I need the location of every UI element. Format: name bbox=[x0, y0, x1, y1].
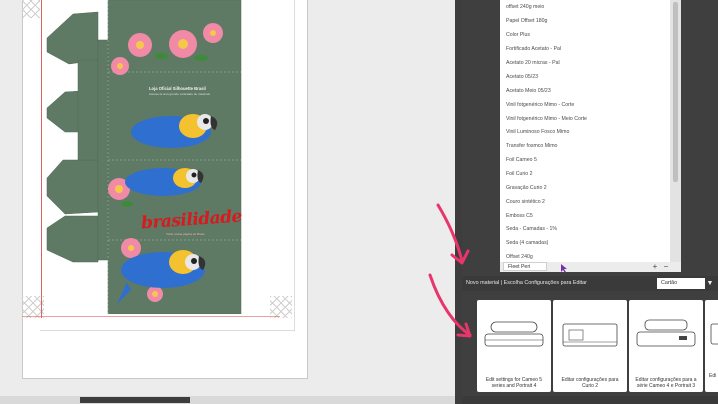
list-item[interactable]: Foil Curio 2 bbox=[506, 171, 533, 177]
brand-title: Loja Oficial Silhouette Brasil bbox=[149, 86, 206, 91]
material-type-select[interactable]: Cartão bbox=[657, 278, 705, 289]
list-item[interactable]: Seda - Camadas - 1% bbox=[506, 226, 557, 232]
list-item[interactable]: Vinil fotgenérico Mimo - Meio Corte bbox=[506, 116, 587, 122]
canvas-scroll-thumb[interactable] bbox=[80, 397, 190, 403]
card-label: Editar configurações para a série Cameo … bbox=[635, 377, 697, 389]
partial-machine-icon bbox=[710, 323, 718, 345]
card-label: Editar configurações para Curio 2 bbox=[561, 377, 619, 389]
list-item[interactable]: Vinil Luminoso Fosco Mimo bbox=[506, 129, 569, 135]
list-item[interactable]: Papel Offset 180g bbox=[506, 18, 547, 24]
remove-material-button[interactable]: − bbox=[661, 262, 671, 271]
add-material-button[interactable]: + bbox=[650, 262, 660, 271]
machine-card-cameo4[interactable]: Editar configurações para a série Cameo … bbox=[629, 300, 703, 392]
list-item[interactable]: Emboss C5 bbox=[506, 213, 533, 219]
machine-card-curio2[interactable]: Editar configurações para Curio 2 bbox=[553, 300, 627, 392]
list-item[interactable]: Couro sintético 2 bbox=[506, 199, 545, 205]
brasilidade-subtitle: Visite nossa página de Brasil bbox=[166, 232, 205, 236]
cut-border-line bbox=[41, 0, 42, 318]
brand-subtitle: Acesse lá uma grande variedade de materi… bbox=[149, 92, 211, 96]
list-item[interactable]: Gravação Curio 2 bbox=[506, 185, 547, 191]
material-list-scroll-thumb[interactable] bbox=[673, 2, 678, 182]
mouse-cursor-icon bbox=[561, 264, 567, 273]
list-item[interactable]: Offset 240g bbox=[506, 254, 533, 260]
card-label: Edit settings for Cameo 5 series and Por… bbox=[485, 377, 543, 389]
list-item[interactable]: Fortificado Acetato - Pal bbox=[506, 46, 561, 52]
material-list[interactable]: offset 240g meio Papel Offset 180g Color… bbox=[500, 0, 670, 262]
list-item[interactable]: Acetato 05/23 bbox=[506, 74, 538, 80]
annotation-arrows bbox=[428, 203, 472, 338]
list-item[interactable]: Foil Cameo 5 bbox=[506, 157, 537, 163]
machine-card-partial[interactable]: Edi bbox=[705, 300, 718, 392]
card-label: Edi bbox=[709, 373, 717, 379]
list-item[interactable]: Seda (4 camadas) bbox=[506, 240, 548, 246]
list-item[interactable]: Transfer fosmco Mimo bbox=[506, 143, 557, 149]
list-item[interactable]: Acetato Meio 05/23 bbox=[506, 88, 551, 94]
canvas-horizontal-scrollbar[interactable] bbox=[0, 396, 455, 404]
cut-border-line-bottom bbox=[22, 316, 280, 317]
list-item[interactable]: offset 240g meio bbox=[506, 4, 544, 10]
box-template-design[interactable] bbox=[43, 0, 272, 314]
list-item[interactable]: Color Plus bbox=[506, 32, 530, 38]
chevron-down-icon[interactable]: ▼ bbox=[705, 278, 715, 289]
list-item[interactable]: Acetato 20 micras - Pal bbox=[506, 60, 560, 66]
curio2-machine-icon bbox=[562, 323, 618, 347]
list-item[interactable]: Vinil fotgenérico Mimo - Corte bbox=[506, 102, 574, 108]
registration-mark-top bbox=[22, 0, 40, 18]
panel-bottom-scrollbar[interactable] bbox=[462, 396, 718, 404]
cameo4-machine-icon bbox=[636, 319, 696, 347]
